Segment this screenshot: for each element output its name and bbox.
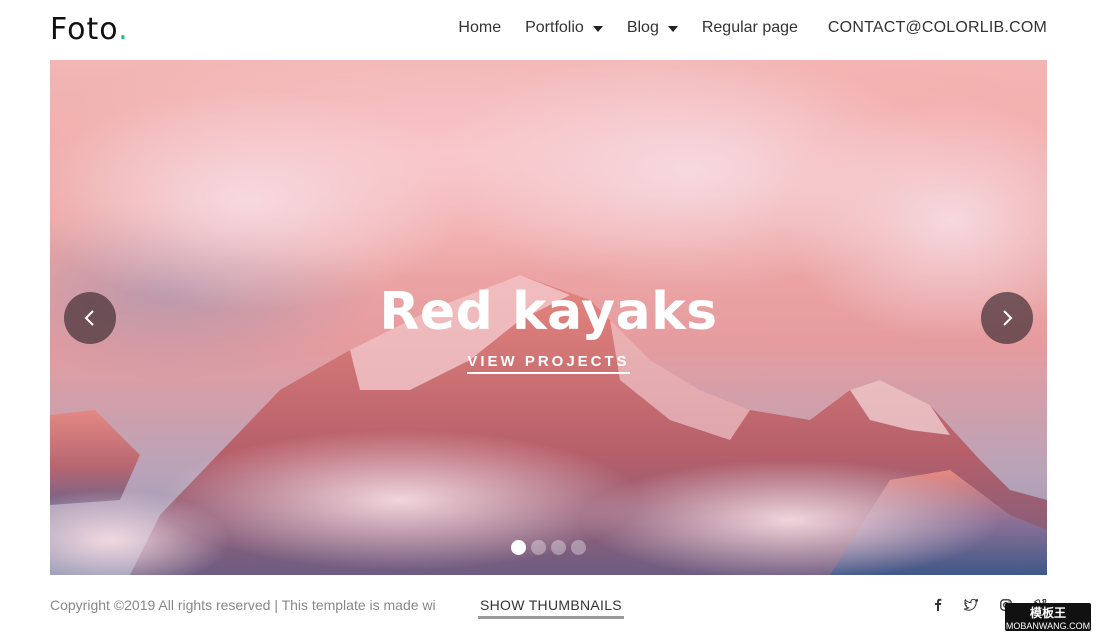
- hero-title: Red kayaks: [379, 282, 718, 342]
- copyright-text: Copyright ©2019 All rights reserved | Th…: [50, 597, 436, 613]
- slider-next-button[interactable]: [981, 292, 1033, 344]
- nav-item-label: Home: [458, 19, 502, 36]
- slider-dot[interactable]: [551, 540, 566, 555]
- slider-dots: [511, 540, 591, 555]
- facebook-icon[interactable]: [934, 598, 942, 611]
- caret-down-icon: [667, 25, 678, 32]
- twitter-icon[interactable]: [964, 598, 978, 611]
- nav-item-home[interactable]: Home: [458, 19, 501, 37]
- hero-slider: Red kayaks VIEW PROJECTS: [50, 60, 1047, 575]
- nav-item-regular-page[interactable]: Regular page: [702, 19, 798, 37]
- watermark-line2: MOBANWANG.COM: [1005, 620, 1091, 631]
- view-projects-link[interactable]: VIEW PROJECTS: [467, 353, 630, 374]
- nav-item-label: Blog: [626, 19, 659, 36]
- main-nav: Home Portfolio Blog Regular page CONTACT…: [458, 19, 1047, 37]
- slider-dot[interactable]: [571, 540, 586, 555]
- brand-dot: .: [118, 12, 129, 47]
- hero-link-wrap: VIEW PROJECTS: [50, 353, 1047, 374]
- slider-dot[interactable]: [531, 540, 546, 555]
- caret-down-icon: [592, 25, 603, 32]
- show-thumbnails-button[interactable]: SHOW THUMBNAILS: [478, 597, 624, 619]
- nav-item-label: Portfolio: [525, 19, 584, 36]
- slider-dot[interactable]: [511, 540, 526, 555]
- watermark-line1: 模板王: [1029, 605, 1066, 620]
- nav-item-blog[interactable]: Blog: [627, 19, 678, 37]
- contact-email-label: CONTACT@COLORLIB.COM: [827, 19, 1047, 36]
- slider-prev-button[interactable]: [64, 292, 116, 344]
- chevron-left-icon: [84, 310, 94, 326]
- brand-name: Foto: [50, 12, 119, 47]
- chevron-right-icon: [1003, 310, 1013, 326]
- nav-item-label: Regular page: [701, 19, 798, 36]
- nav-item-portfolio[interactable]: Portfolio: [525, 19, 603, 37]
- watermark-badge: 模板王 MOBANWANG.COM: [1005, 603, 1091, 631]
- brand-logo[interactable]: Foto.: [50, 12, 129, 47]
- nav-contact-email[interactable]: CONTACT@COLORLIB.COM: [828, 19, 1047, 37]
